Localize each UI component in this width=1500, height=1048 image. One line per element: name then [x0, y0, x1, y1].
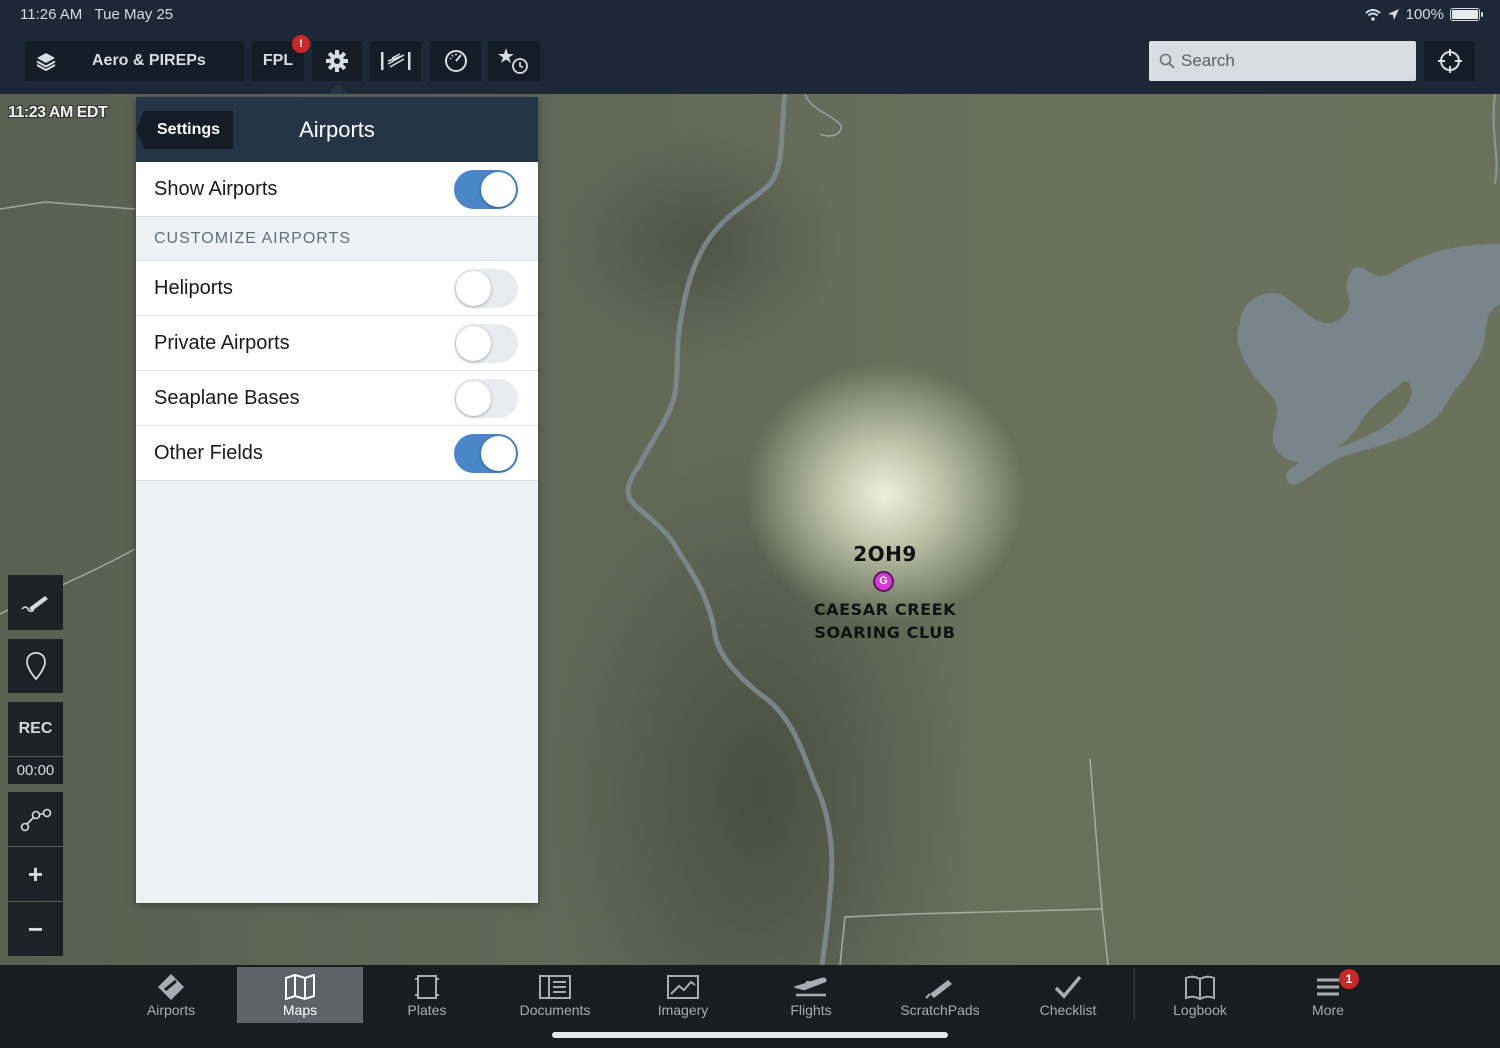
tab-imagery[interactable]: Imagery [620, 967, 746, 1023]
tab-documents[interactable]: Documents [492, 967, 618, 1023]
airport-icon [156, 972, 186, 1002]
checklist-icon [1053, 972, 1083, 1002]
gauge-icon [444, 50, 467, 72]
documents-icon [539, 972, 571, 1002]
logbook-icon [1184, 972, 1216, 1002]
tab-maps[interactable]: Maps [237, 967, 363, 1023]
search-icon [1159, 53, 1175, 69]
airports-settings-panel: Settings Airports Show Airports CUSTOMIZ… [136, 97, 538, 903]
recents-button[interactable] [488, 41, 540, 81]
more-icon [1314, 972, 1342, 1002]
zoom-out-button[interactable]: − [8, 902, 63, 956]
fpl-label: FPL [262, 52, 294, 69]
draw-button[interactable] [8, 575, 63, 630]
wifi-icon [1364, 8, 1381, 21]
tab-scratchpads[interactable]: ScratchPads [877, 967, 1003, 1023]
airport-name-label[interactable]: CAESAR CREEK SOARING CLUB [814, 598, 956, 644]
map-timestamp: 11:23 AM EDT [8, 104, 108, 121]
private-airports-label: Private Airports [154, 331, 290, 354]
pencil-icon [20, 595, 48, 612]
tab-checklist[interactable]: Checklist [1005, 967, 1131, 1023]
battery-icon [1450, 8, 1483, 21]
tab-scratchpads-label: ScratchPads [900, 1002, 980, 1018]
tab-separator [1134, 968, 1135, 1020]
wind-icon [380, 52, 410, 70]
record-timer: 00:00 [8, 757, 63, 784]
tab-logbook[interactable]: Logbook [1137, 967, 1263, 1023]
tab-flights-label: Flights [790, 1002, 832, 1018]
status-clock: 11:26 AM [20, 6, 83, 23]
fpl-button[interactable]: FPL ! [252, 35, 310, 81]
zoom-in-button[interactable]: + [8, 847, 63, 901]
tab-maps-label: Maps [282, 1002, 318, 1018]
tab-airports-label: Airports [146, 1002, 196, 1018]
other-fields-row: Other Fields [136, 426, 538, 481]
tab-flights[interactable]: Flights [748, 967, 874, 1023]
status-indicators: 100% [1364, 6, 1483, 23]
tab-more[interactable]: More 1 [1265, 967, 1391, 1023]
tab-documents-label: Documents [519, 1002, 591, 1018]
imagery-icon [667, 972, 699, 1002]
seaplane-bases-row: Seaplane Bases [136, 371, 538, 426]
tab-plates-label: Plates [407, 1002, 447, 1018]
other-fields-label: Other Fields [154, 441, 263, 464]
search-box[interactable] [1149, 41, 1416, 81]
location-arrow-icon [1387, 9, 1399, 20]
waypoint-button[interactable] [8, 639, 63, 693]
heliports-row: Heliports [136, 261, 538, 316]
tab-more-label: More [1312, 1002, 1344, 1018]
gauge-button[interactable] [430, 41, 481, 81]
tab-airports[interactable]: Airports [108, 967, 234, 1023]
record-button[interactable]: REC [8, 702, 63, 756]
weather-button[interactable] [370, 41, 421, 81]
gear-icon [326, 50, 348, 72]
layers-button[interactable]: Aero & PIREPs [25, 41, 244, 81]
airport-marker-icon[interactable]: G [873, 571, 894, 592]
home-indicator[interactable] [552, 1032, 948, 1038]
route-icon [20, 808, 51, 832]
customize-section-header: CUSTOMIZE AIRPORTS [136, 217, 538, 261]
search-input[interactable] [1181, 51, 1401, 71]
private-airports-toggle[interactable] [454, 323, 518, 363]
fpl-badge: ! [292, 35, 310, 53]
tab-plates[interactable]: Plates [364, 967, 490, 1023]
panel-title: Airports [299, 117, 375, 142]
show-airports-toggle[interactable] [454, 169, 518, 209]
airport-name-line2: SOARING CLUB [814, 623, 956, 642]
more-badge: 1 [1339, 969, 1359, 989]
plates-icon [414, 972, 440, 1002]
airport-ident-label[interactable]: 2OH9 [853, 542, 917, 566]
status-time: 11:26 AM Tue May 25 [20, 6, 173, 23]
tab-checklist-label: Checklist [1039, 1002, 1097, 1018]
show-airports-row: Show Airports [136, 162, 538, 217]
layers-label: Aero & PIREPs [92, 52, 206, 69]
tab-logbook-label: Logbook [1173, 1002, 1227, 1018]
map-icon [284, 972, 316, 1002]
flights-icon [794, 972, 828, 1002]
seaplane-bases-label: Seaplane Bases [154, 386, 300, 409]
status-date: Tue May 25 [94, 6, 174, 23]
tab-imagery-label: Imagery [657, 1002, 709, 1018]
battery-percent: 100% [1405, 6, 1444, 23]
route-button[interactable] [8, 792, 63, 846]
seaplane-bases-toggle[interactable] [454, 378, 518, 418]
heliports-label: Heliports [154, 276, 233, 299]
panel-header: Settings Airports [136, 97, 538, 162]
crosshair-icon [1437, 49, 1462, 73]
heliports-toggle[interactable] [454, 268, 518, 308]
locate-button[interactable] [1424, 41, 1475, 81]
show-airports-label: Show Airports [154, 177, 278, 200]
scratchpad-icon [924, 972, 956, 1002]
private-airports-row: Private Airports [136, 316, 538, 371]
popover-caret [328, 84, 348, 94]
layers-icon [25, 51, 67, 71]
star-clock-icon [498, 48, 528, 74]
top-toolbar: 11:26 AM Tue May 25 100% Aero & PIREPs F… [0, 0, 1500, 94]
map-pin-icon [25, 652, 46, 681]
other-fields-toggle[interactable] [454, 433, 518, 473]
settings-button[interactable] [312, 41, 362, 81]
airport-name-line1: CAESAR CREEK [813, 600, 957, 619]
